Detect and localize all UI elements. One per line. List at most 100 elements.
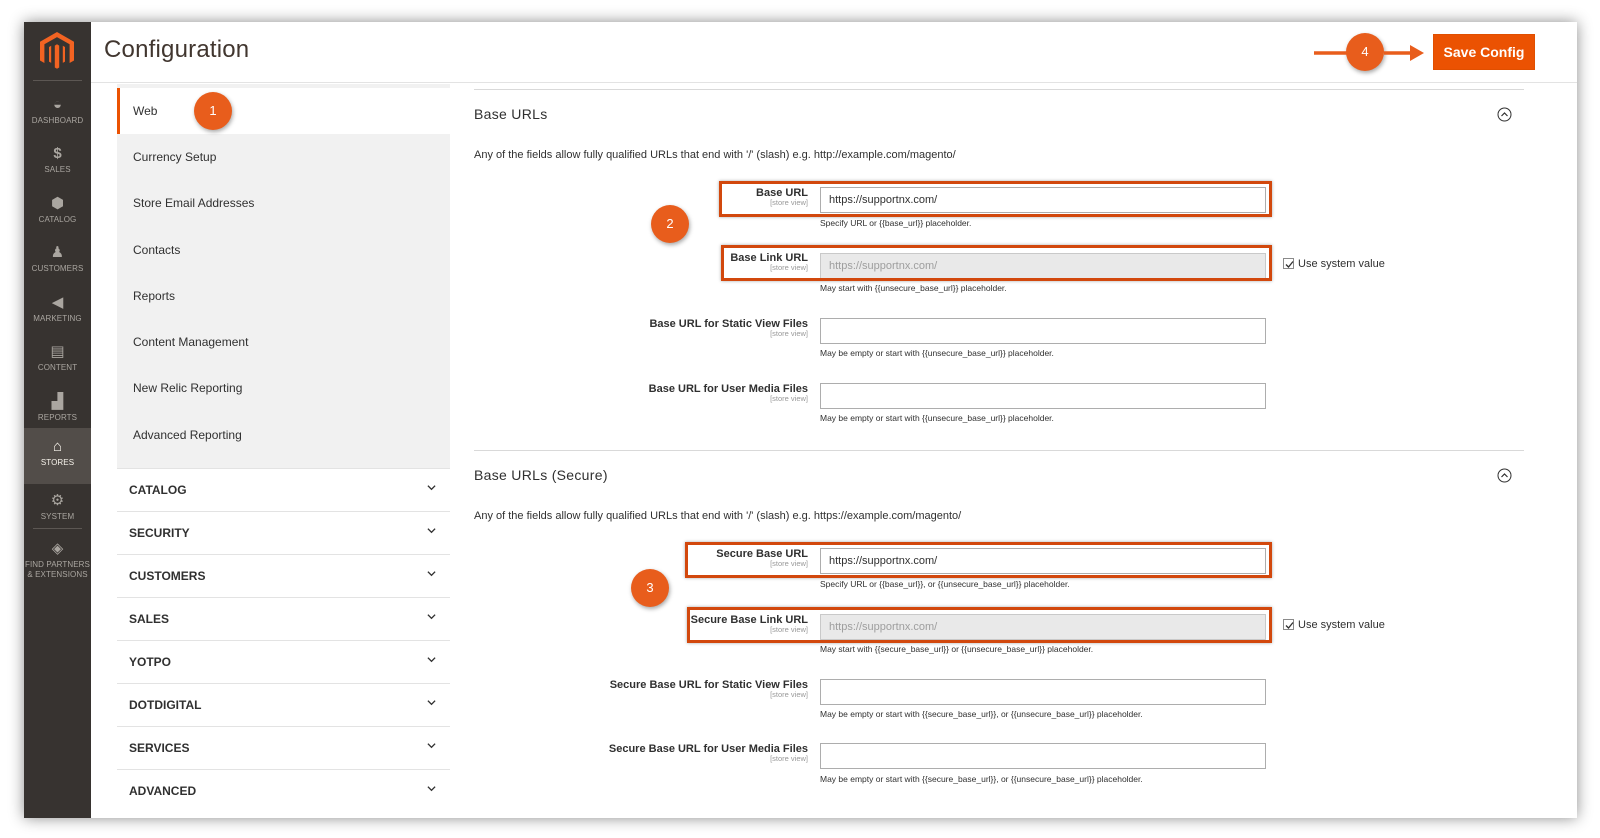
collapse-up-icon[interactable] [1497,107,1512,122]
section-label: CUSTOMERS [129,569,206,583]
static-view-files-url-input[interactable] [820,318,1266,344]
annotation-arrow-icon [1314,45,1424,61]
nav-label: SALES [44,165,71,174]
label-text: Base URL for Static View Files [649,318,808,330]
nav-item-find-partners[interactable]: ◈ FIND PARTNERS & EXTENSIONS [24,534,91,582]
nav-label: STORES [40,458,75,467]
field-label-user-media-files: Base URL for User Media Files [store vie… [478,383,808,403]
bar-chart-icon: ▟ [51,393,64,410]
chevron-down-icon [427,700,436,706]
section-label: SALES [129,612,170,626]
tab-contacts[interactable]: Contacts [117,227,450,273]
highlight-base-url [719,181,1272,217]
section-title-base-urls[interactable]: Base URLs [474,106,548,122]
annotation-badge-2: 2 [651,205,689,243]
section-label: CATALOG [129,483,187,497]
section-advanced[interactable]: ADVANCED [117,769,450,812]
field-label-static-view-files: Base URL for Static View Files [store vi… [478,318,808,338]
section-security[interactable]: SECURITY [117,511,450,554]
use-system-value-checkbox[interactable]: Use system value [1283,258,1385,270]
page-title: Configuration [104,36,250,63]
dollar-icon: $ [53,145,62,162]
section-title-base-urls-secure[interactable]: Base URLs (Secure) [474,467,608,483]
field-note: May be empty or start with {{unsecure_ba… [820,413,1054,423]
nav-item-sales[interactable]: $ SALES [24,139,91,189]
field-note: May be empty or start with {{secure_base… [820,774,1143,784]
header-divider [91,82,1577,83]
section-catalog[interactable]: CATALOG [117,468,450,511]
save-config-button[interactable]: Save Config [1433,34,1535,70]
collapse-up-icon[interactable] [1497,468,1512,483]
nav-divider [33,80,82,81]
section-label: SECURITY [129,526,190,540]
admin-nav: ◒ DASHBOARD $ SALES ⬢ CATALOG ♟ CUSTOMER… [24,22,91,818]
checkbox-checked-icon[interactable] [1283,619,1294,630]
chevron-down-icon [427,786,436,792]
section-customers[interactable]: CUSTOMERS [117,554,450,597]
tab-reports[interactable]: Reports [117,273,450,319]
use-system-value-checkbox[interactable]: Use system value [1283,619,1385,631]
tab-new-relic-reporting[interactable]: New Relic Reporting [117,365,450,411]
nav-label: & EXTENSIONS [27,570,88,579]
tab-advanced-reporting[interactable]: Advanced Reporting [117,412,450,458]
field-label-secure-static-view-files: Secure Base URL for Static View Files [s… [478,679,808,699]
config-tabs-sidebar: Web Currency Setup Store Email Addresses… [117,84,450,818]
annotation-badge-1: 1 [194,92,232,130]
nav-item-stores[interactable]: ⌂ STORES [24,428,91,484]
section-label: ADVANCED [129,784,197,798]
secure-user-media-files-url-input[interactable] [820,743,1266,769]
chevron-down-icon [427,614,436,620]
nav-item-dashboard[interactable]: ◒ DASHBOARD [24,90,91,140]
tab-content-management[interactable]: Content Management [117,319,450,365]
section-divider [474,450,1524,451]
highlight-base-link-url [721,245,1272,281]
nav-label: CUSTOMERS [31,264,84,273]
nav-item-content[interactable]: ▤ CONTENT [24,337,91,387]
checkbox-label: Use system value [1298,258,1385,270]
gear-icon: ⚙ [50,492,65,509]
scope-text: [store view] [770,329,808,338]
chevron-down-icon [427,657,436,663]
highlight-secure-base-url [685,542,1272,578]
field-note: May be empty or start with {{unsecure_ba… [820,348,1054,358]
section-yotpo[interactable]: YOTPO [117,640,450,683]
chevron-down-icon [427,485,436,491]
nav-item-customers[interactable]: ♟ CUSTOMERS [24,238,91,288]
section-sales[interactable]: SALES [117,597,450,640]
tab-currency-setup[interactable]: Currency Setup [117,134,450,180]
section-label: YOTPO [129,655,172,669]
layout-icon: ▤ [50,343,65,360]
label-text: Base URL for User Media Files [648,383,808,395]
megaphone-icon: ◀ [51,294,64,311]
scope-text: [store view] [770,690,808,699]
box-icon: ◈ [51,540,64,557]
highlight-secure-base-link-url [687,607,1272,643]
section-services[interactable]: SERVICES [117,726,450,769]
tab-store-email-addresses[interactable]: Store Email Addresses [117,180,450,226]
cube-icon: ⬢ [50,195,65,212]
nav-label: FIND PARTNERS [24,560,90,569]
user-media-files-url-input[interactable] [820,383,1266,409]
nav-label: CONTENT [37,363,78,372]
annotation-badge-3: 3 [631,569,669,607]
secure-static-view-files-url-input[interactable] [820,679,1266,705]
section-label: DOTDIGITAL [129,698,202,712]
nav-item-catalog[interactable]: ⬢ CATALOG [24,189,91,239]
magento-logo-icon[interactable] [40,32,74,70]
nav-item-marketing[interactable]: ◀ MARKETING [24,288,91,338]
scope-text: [store view] [770,754,808,763]
field-note: May start with {{unsecure_base_url}} pla… [820,283,1007,293]
label-text: Secure Base URL for User Media Files [608,743,808,755]
tab-web[interactable]: Web [117,88,450,134]
checkbox-checked-icon[interactable] [1283,258,1294,269]
person-icon: ♟ [50,244,65,261]
nav-label: MARKETING [33,314,82,323]
section-comment: Any of the fields allow fully qualified … [474,149,956,161]
chevron-down-icon [427,571,436,577]
section-dotdigital[interactable]: DOTDIGITAL [117,683,450,726]
nav-divider [33,528,82,529]
field-note: Specify URL or {{base_url}}, or {{unsecu… [820,579,1070,589]
app-window: ◒ DASHBOARD $ SALES ⬢ CATALOG ♟ CUSTOMER… [24,22,1577,818]
store-icon: ⌂ [52,438,63,455]
nav-label: SYSTEM [40,512,75,521]
